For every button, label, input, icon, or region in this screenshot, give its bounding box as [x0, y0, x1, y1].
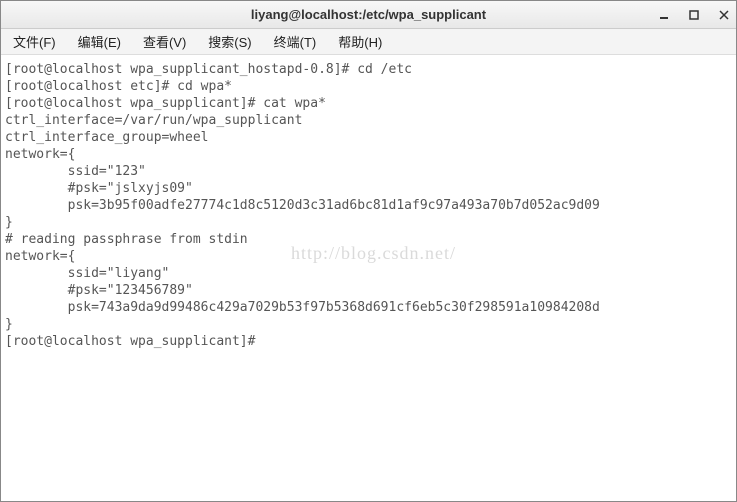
- watermark: http://blog.csdn.net/: [291, 245, 456, 262]
- titlebar: liyang@localhost:/etc/wpa_supplicant: [1, 1, 736, 29]
- terminal-line: psk=743a9da9d99486c429a7029b53f97b5368d6…: [5, 300, 600, 315]
- terminal-line: [root@localhost wpa_supplicant]# cat wpa…: [5, 96, 326, 111]
- terminal-line: #psk="123456789": [5, 283, 193, 298]
- minimize-icon: [659, 10, 669, 20]
- minimize-button[interactable]: [656, 7, 672, 23]
- terminal-line: # reading passphrase from stdin: [5, 232, 248, 247]
- window-title: liyang@localhost:/etc/wpa_supplicant: [1, 7, 736, 22]
- terminal-line: [root@localhost wpa_supplicant_hostapd-0…: [5, 62, 412, 77]
- terminal-line: psk=3b95f00adfe27774c1d8c5120d3c31ad6bc8…: [5, 198, 600, 213]
- menu-file[interactable]: 文件(F): [7, 30, 62, 53]
- terminal-line: }: [5, 215, 13, 230]
- terminal-line: }: [5, 317, 13, 332]
- menu-help[interactable]: 帮助(H): [332, 30, 388, 53]
- menubar: 文件(F) 编辑(E) 查看(V) 搜索(S) 终端(T) 帮助(H): [1, 29, 736, 55]
- terminal-line: ctrl_interface=/var/run/wpa_supplicant: [5, 113, 302, 128]
- maximize-button[interactable]: [686, 7, 702, 23]
- terminal-line: network={: [5, 249, 75, 264]
- terminal-line: ssid="123": [5, 164, 146, 179]
- terminal-line: network={: [5, 147, 75, 162]
- terminal-line: [root@localhost etc]# cd wpa*: [5, 79, 232, 94]
- menu-terminal[interactable]: 终端(T): [268, 30, 323, 53]
- terminal-line: [root@localhost wpa_supplicant]#: [5, 334, 263, 349]
- terminal-line: ctrl_interface_group=wheel: [5, 130, 209, 145]
- terminal-line: ssid="liyang": [5, 266, 169, 281]
- menu-search[interactable]: 搜索(S): [202, 30, 257, 53]
- terminal-line: #psk="jslxyjs09": [5, 181, 193, 196]
- close-button[interactable]: [716, 7, 732, 23]
- menu-view[interactable]: 查看(V): [137, 30, 192, 53]
- close-icon: [719, 10, 729, 20]
- window-controls: [656, 7, 732, 23]
- menu-edit[interactable]: 编辑(E): [72, 30, 127, 53]
- maximize-icon: [689, 10, 699, 20]
- terminal-output[interactable]: [root@localhost wpa_supplicant_hostapd-0…: [1, 55, 736, 501]
